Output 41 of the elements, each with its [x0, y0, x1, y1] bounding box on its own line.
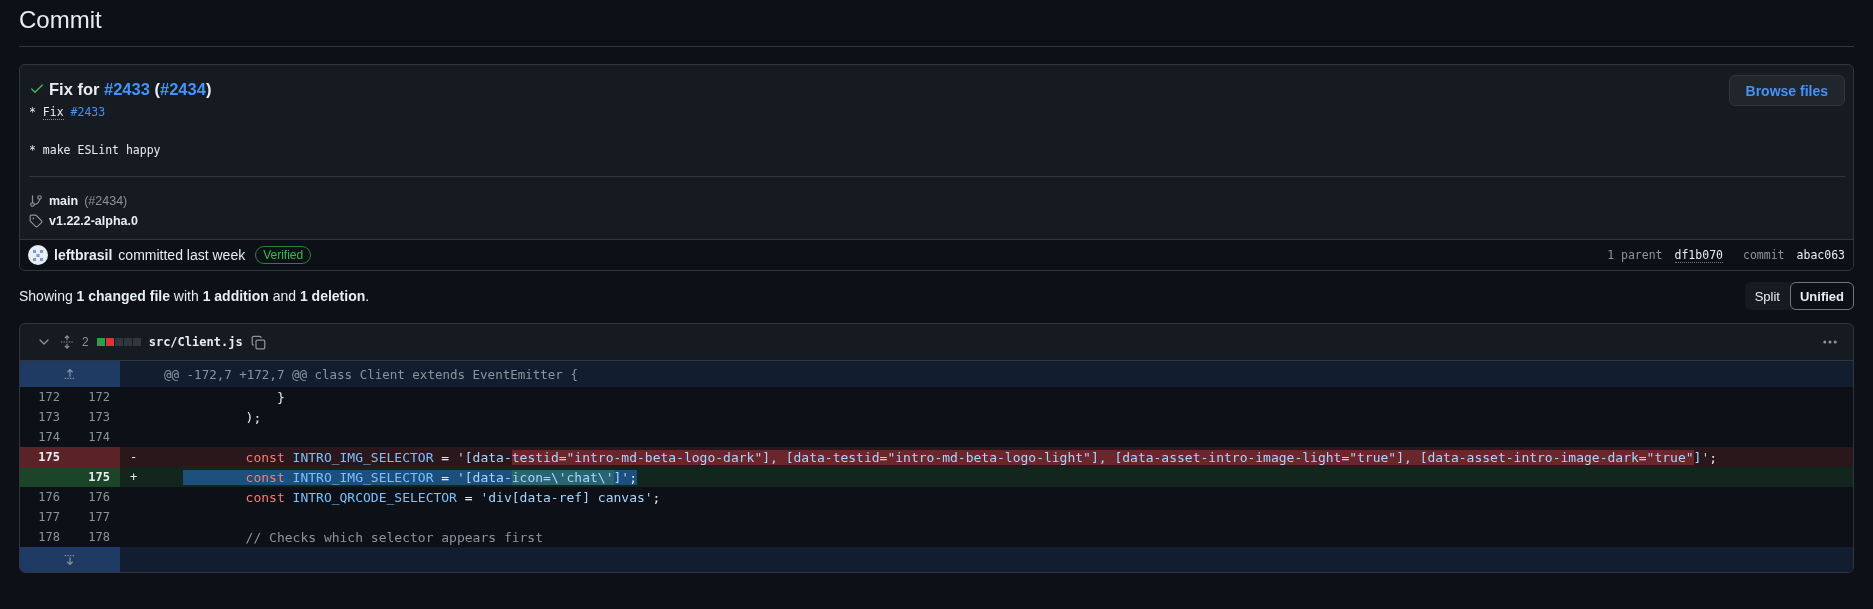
parent-label: 1 parent: [1607, 248, 1663, 262]
line-number[interactable]: 175: [70, 467, 120, 487]
code-line: const INTRO_QRCODE_SELECTOR = 'div[data-ref] canvas';: [244, 489, 661, 505]
author-link[interactable]: leftbrasil: [54, 247, 113, 263]
line-number[interactable]: 175: [20, 447, 70, 467]
code-line: );: [244, 409, 262, 425]
code-line: }: [275, 389, 285, 405]
code-line: // Checks which selector appears first: [244, 529, 544, 545]
avatar-icon: [28, 245, 48, 265]
line-number-gutter: [70, 447, 120, 467]
expand-all-icon[interactable]: [60, 335, 74, 349]
browse-files-button[interactable]: Browse files: [1728, 75, 1845, 106]
commit-time: committed last week: [118, 247, 246, 263]
expand-up-icon: [63, 367, 77, 381]
branch-name[interactable]: main: [49, 194, 79, 208]
parent-sha[interactable]: df1b070: [1674, 247, 1723, 263]
copy-icon[interactable]: [250, 334, 266, 350]
commit-message-line: * Fix #2433: [29, 104, 107, 122]
diff-sign: -: [130, 450, 138, 464]
line-number-gutter: [20, 467, 70, 487]
expand-down-icon: [63, 552, 77, 567]
issue-link[interactable]: #2433: [104, 79, 150, 98]
file-path[interactable]: src/Client.js: [148, 335, 243, 349]
tag-icon: [29, 214, 43, 228]
branch-icon: [29, 194, 43, 208]
issue-link[interactable]: #2434: [160, 79, 206, 98]
diff-summary: Showing 1 changed file with 1 addition and 1 deletion.: [19, 288, 370, 304]
tag-name[interactable]: v1.22.2-alpha.0: [49, 214, 138, 228]
diffstat-icon: [96, 338, 141, 346]
commit-sha: abac063: [1796, 248, 1845, 262]
view-toggle-button[interactable]: Unified: [1789, 282, 1854, 310]
commit-title: Fix for #2433 (#2434): [49, 79, 212, 99]
change-count: 2: [82, 335, 89, 349]
commit-message-line: * make ESLint happy: [29, 142, 162, 159]
commit-label: commit: [1743, 248, 1785, 262]
issue-link[interactable]: #2433: [70, 105, 106, 119]
view-toggle-button[interactable]: Split: [1744, 282, 1790, 310]
branch-ref: (#2434): [84, 194, 128, 208]
diff-sign: +: [130, 470, 138, 484]
hunk-header: @@ -172,7 +172,7 @@ class Client extends EventEmitter {: [163, 366, 578, 382]
page-title: Commit: [19, 5, 103, 35]
